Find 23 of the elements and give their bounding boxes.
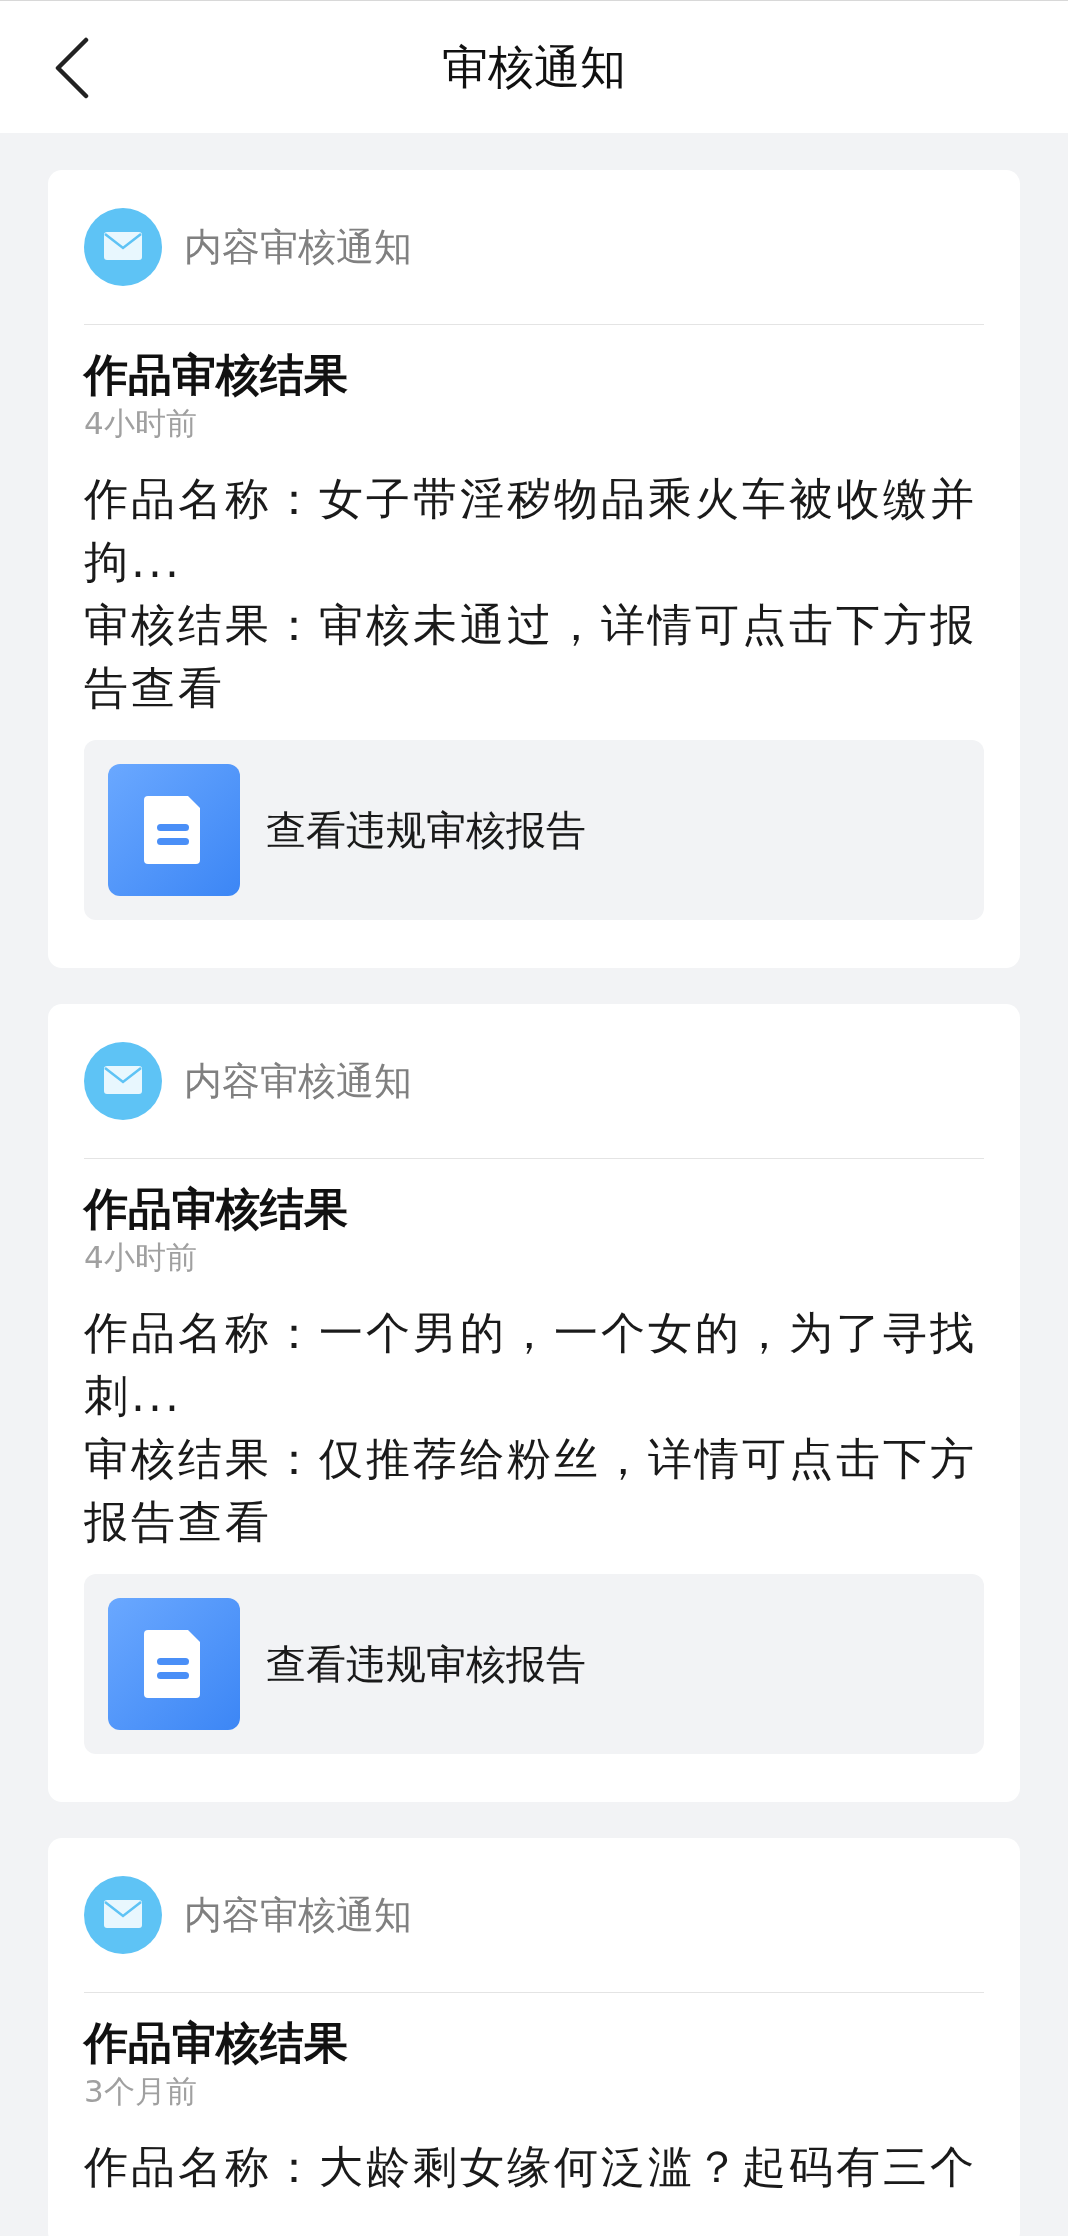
notice-time: 3个月前 — [84, 2072, 198, 2111]
work-name: 作品名称：女子带淫秽物品乘火车被收缴并拘... — [84, 472, 978, 589]
work-name: 作品名称：大龄剩女缘何泛滥？起码有三个 — [84, 2140, 978, 2194]
page-title: 审核通知 — [442, 38, 626, 96]
report-link[interactable]: 查看违规审核报告 — [84, 740, 984, 920]
notice-time: 4小时前 — [84, 404, 198, 443]
notice-source: 内容审核通知 — [184, 1057, 412, 1105]
document-icon — [108, 1598, 240, 1730]
review-result: 审核结果：审核未通过，详情可点击下方报告查看 — [84, 598, 978, 715]
mail-icon — [84, 1042, 162, 1120]
notice-title: 作品审核结果 — [84, 1182, 349, 1236]
review-result: 审核结果：仅推荐给粉丝，详情可点击下方报告查看 — [84, 1432, 978, 1549]
notice-source: 内容审核通知 — [184, 223, 412, 271]
mail-icon — [84, 208, 162, 286]
document-icon — [108, 764, 240, 896]
notice-title: 作品审核结果 — [84, 2016, 349, 2070]
notice-title: 作品审核结果 — [84, 348, 349, 402]
mail-icon — [84, 1876, 162, 1954]
notice-time: 4小时前 — [84, 1238, 198, 1277]
report-link[interactable]: 查看违规审核报告 — [84, 1574, 984, 1754]
work-name: 作品名称：一个男的，一个女的，为了寻找刺... — [84, 1306, 978, 1423]
notice-source: 内容审核通知 — [184, 1891, 412, 1939]
back-icon[interactable] — [54, 37, 90, 99]
